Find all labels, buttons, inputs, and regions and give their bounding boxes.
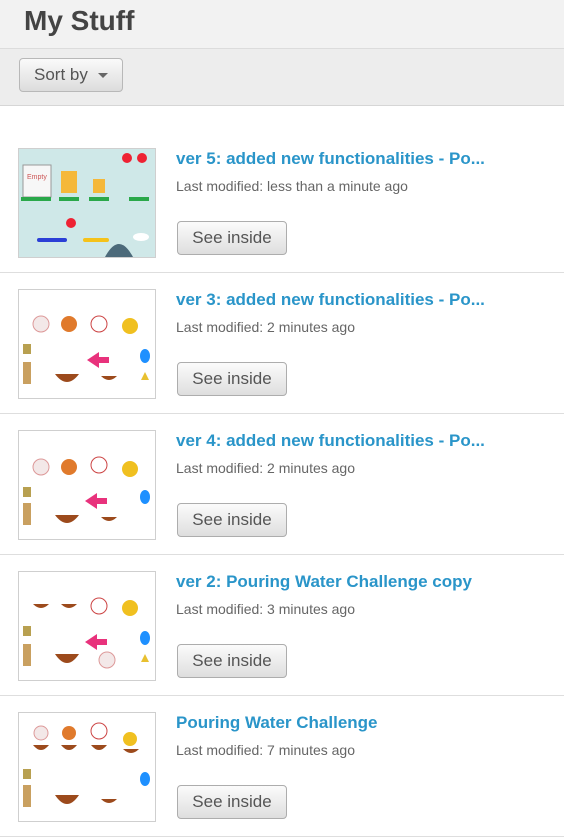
project-row: ver 2: Pouring Water Challenge copy Last… bbox=[0, 555, 564, 696]
project-thumbnail[interactable] bbox=[18, 430, 156, 540]
project-thumbnail[interactable]: Empty bbox=[18, 148, 156, 258]
last-modified: Last modified: 3 minutes ago bbox=[176, 601, 355, 617]
project-title-link[interactable]: ver 3: added new functionalities - Po... bbox=[176, 290, 516, 310]
thumbnail-image bbox=[23, 315, 150, 384]
empty-label: Empty bbox=[27, 174, 47, 181]
project-title-link[interactable]: ver 5: added new functionalities - Po... bbox=[176, 149, 516, 169]
thumbnail-image bbox=[23, 722, 150, 807]
last-modified: Last modified: 2 minutes ago bbox=[176, 460, 355, 476]
thumbnail-image bbox=[23, 597, 150, 669]
see-inside-button[interactable]: See inside bbox=[177, 644, 287, 678]
thumbnail-image bbox=[23, 456, 150, 525]
project-row: ver 3: added new functionalities - Po...… bbox=[0, 273, 564, 414]
project-title-link[interactable]: ver 4: added new functionalities - Po... bbox=[176, 431, 516, 451]
see-inside-button[interactable]: See inside bbox=[177, 503, 287, 537]
header: My Stuff bbox=[0, 0, 564, 49]
project-list: Empty ver 5: added new functionalities -… bbox=[0, 132, 564, 837]
last-modified: Last modified: 2 minutes ago bbox=[176, 319, 355, 335]
project-thumbnail[interactable] bbox=[18, 571, 156, 681]
project-title-link[interactable]: ver 2: Pouring Water Challenge copy bbox=[176, 572, 516, 592]
project-thumbnail[interactable] bbox=[18, 712, 156, 822]
caret-down-icon bbox=[97, 72, 108, 78]
see-inside-button[interactable]: See inside bbox=[177, 362, 287, 396]
project-title-link[interactable]: Pouring Water Challenge bbox=[176, 713, 516, 733]
page-title: My Stuff bbox=[24, 5, 135, 36]
sort-by-label: Sort by bbox=[34, 65, 88, 84]
see-inside-button[interactable]: See inside bbox=[177, 221, 287, 255]
thumbnail-image: Empty bbox=[19, 149, 155, 257]
last-modified: Last modified: less than a minute ago bbox=[176, 178, 408, 194]
project-row: Empty ver 5: added new functionalities -… bbox=[0, 132, 564, 273]
project-row: ver 4: added new functionalities - Po...… bbox=[0, 414, 564, 555]
toolbar: Sort by bbox=[0, 49, 564, 106]
sort-by-button[interactable]: Sort by bbox=[19, 58, 123, 92]
project-thumbnail[interactable] bbox=[18, 289, 156, 399]
last-modified: Last modified: 7 minutes ago bbox=[176, 742, 355, 758]
project-row: Pouring Water Challenge Last modified: 7… bbox=[0, 696, 564, 837]
